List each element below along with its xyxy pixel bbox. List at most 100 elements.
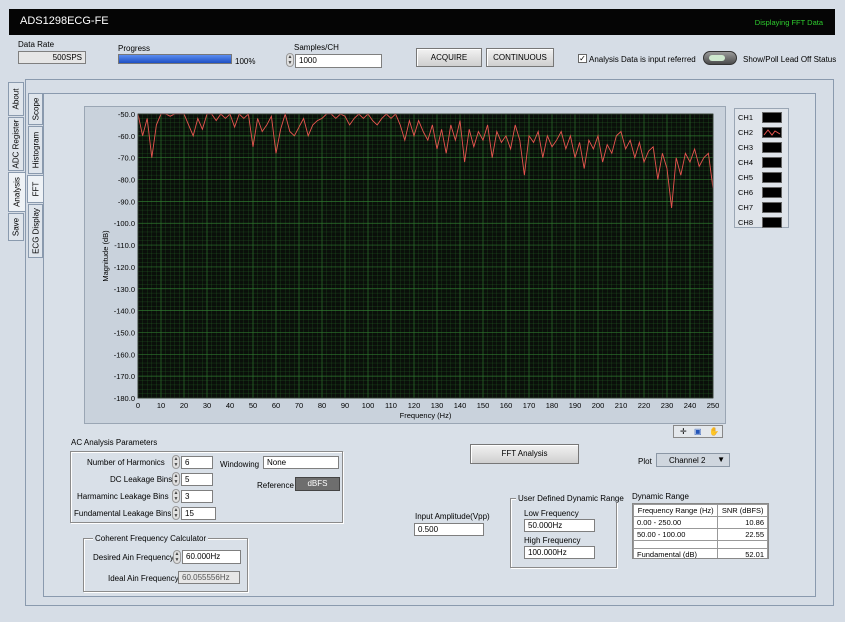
x-tick-label: 150 (477, 401, 490, 410)
data-rate-label: Data Rate (18, 40, 55, 49)
y-tick-label: -50.0 (118, 110, 135, 119)
x-tick-label: 60 (272, 401, 280, 410)
x-tick-label: 190 (569, 401, 582, 410)
x-tick-label: 130 (431, 401, 444, 410)
cursor-tool-icon[interactable]: ✛ (680, 427, 687, 436)
legend-item-ch8[interactable]: CH8 (735, 215, 785, 230)
legend-label: CH8 (738, 218, 754, 227)
ac-params-title: AC Analysis Parameters (71, 438, 158, 447)
tab-about[interactable]: About (8, 82, 24, 116)
dr-header-snr: SNR (dBFS) (717, 504, 768, 517)
x-tick-label: 70 (295, 401, 303, 410)
legend-item-ch5[interactable]: CH5 (735, 170, 785, 185)
tab-ecg-display[interactable]: ECG Display (28, 204, 43, 258)
legend-label: CH6 (738, 188, 754, 197)
lead-off-toggle[interactable] (703, 51, 737, 65)
legend-item-ch6[interactable]: CH6 (735, 185, 785, 200)
legend-label: CH7 (738, 203, 754, 212)
tab-adc-register-label: ADC Register (11, 119, 21, 169)
dr-cell: Fundamental (dB) (633, 548, 719, 558)
tab-scope[interactable]: Scope (28, 93, 43, 125)
legend-item-ch3[interactable]: CH3 (735, 140, 785, 155)
table-row: 0.00 - 250.00 10.86 (633, 516, 768, 529)
tab-analysis-label: Analysis (12, 177, 22, 207)
chart-tools: ✛ ▣ ✋ (673, 425, 723, 438)
tab-ecg-display-label: ECG Display (31, 208, 40, 254)
legend-item-ch2[interactable]: CH2 (735, 125, 785, 140)
legend-item-ch1[interactable]: CH1 (735, 110, 785, 125)
dr-cell (633, 540, 719, 549)
tab-fft[interactable]: FFT (27, 175, 44, 203)
plot-label: Plot (638, 457, 652, 466)
pan-tool-icon[interactable]: ✋ (709, 427, 719, 436)
dr-cell: 52.01 (717, 548, 768, 558)
dc-leak-spinner[interactable]: ▲ ▼ (172, 472, 180, 486)
legend-line-icon (763, 129, 781, 136)
legend-label: CH1 (738, 113, 754, 122)
reference-button[interactable]: dBFS (295, 477, 340, 491)
x-tick-label: 100 (362, 401, 375, 410)
plot-select[interactable]: Channel 2 ▼ (656, 453, 730, 467)
input-referred-label: Analysis Data is input referred (589, 55, 696, 64)
harmonics-input[interactable]: 6 (181, 456, 213, 469)
x-tick-label: 50 (249, 401, 257, 410)
tab-save[interactable]: Save (8, 213, 24, 241)
tab-fft-label: FFT (31, 181, 40, 197)
x-tick-label: 240 (684, 401, 697, 410)
x-tick-label: 180 (546, 401, 559, 410)
x-tick-label: 140 (454, 401, 467, 410)
desired-input[interactable]: 60.000Hz (182, 550, 241, 564)
harm-leak-input[interactable]: 3 (181, 490, 213, 503)
input-amp-input[interactable]: 0.500 (414, 523, 484, 536)
tab-analysis[interactable]: Analysis (8, 172, 26, 212)
plot-select-value: Channel 2 (669, 456, 706, 465)
channel-legend: CH1 CH2 CH3 CH4 CH5 CH6 CH7 CH8 (734, 108, 789, 228)
fund-leak-input[interactable]: 15 (181, 507, 216, 520)
samples-input[interactable]: 1000 (295, 54, 382, 68)
y-tick-label: -180.0 (114, 394, 135, 403)
samples-label: Samples/CH (294, 43, 339, 52)
x-tick-label: 20 (180, 401, 188, 410)
x-tick-label: 80 (318, 401, 326, 410)
plot-area (138, 114, 713, 398)
dr-cell: 22.55 (717, 528, 768, 541)
x-tick-label: 170 (523, 401, 536, 410)
zoom-tool-icon[interactable]: ▣ (694, 427, 702, 436)
legend-item-ch7[interactable]: CH7 (735, 200, 785, 215)
harmonics-spinner[interactable]: ▲ ▼ (172, 455, 180, 469)
dc-leak-input[interactable]: 5 (181, 473, 213, 486)
legend-swatch (762, 112, 782, 123)
legend-label: CH5 (738, 173, 754, 182)
samples-spinner[interactable]: ▲ ▼ (286, 53, 294, 67)
legend-label: CH4 (738, 158, 754, 167)
x-tick-label: 200 (592, 401, 605, 410)
legend-swatch (762, 172, 782, 183)
tab-histogram[interactable]: Histogram (28, 126, 43, 174)
low-freq-input[interactable]: 50.000Hz (524, 519, 595, 532)
x-tick-label: 40 (226, 401, 234, 410)
desired-spinner[interactable]: ▲ ▼ (173, 550, 181, 564)
x-axis-label: Frequency (Hz) (400, 411, 452, 420)
x-tick-label: 110 (385, 401, 397, 410)
ideal-label: Ideal Ain Frequency (108, 574, 179, 583)
legend-label: CH2 (738, 128, 754, 137)
legend-swatch (762, 202, 782, 213)
dr-cell (717, 540, 768, 549)
data-rate-field: 500SPS (18, 51, 86, 64)
continuous-button[interactable]: CONTINUOUS (486, 48, 554, 67)
high-freq-input[interactable]: 100.000Hz (524, 546, 595, 559)
acquire-button[interactable]: ACQUIRE (416, 48, 482, 67)
legend-item-ch4[interactable]: CH4 (735, 155, 785, 170)
y-tick-label: -160.0 (114, 350, 135, 359)
input-referred-checkbox[interactable]: ✓ (578, 54, 587, 63)
harmonics-label: Number of Harmonics (87, 458, 165, 467)
harm-leak-spinner[interactable]: ▲ ▼ (172, 489, 180, 503)
reference-label: Reference (257, 481, 294, 490)
progress-label: Progress (118, 44, 151, 53)
legend-swatch (762, 142, 782, 153)
fft-analysis-button[interactable]: FFT Analysis (470, 444, 579, 464)
x-tick-label: 90 (341, 401, 349, 410)
tab-adc-register[interactable]: ADC Register (8, 117, 24, 171)
fund-leak-spinner[interactable]: ▲ ▼ (172, 506, 180, 520)
windowing-select[interactable]: None (263, 456, 339, 469)
